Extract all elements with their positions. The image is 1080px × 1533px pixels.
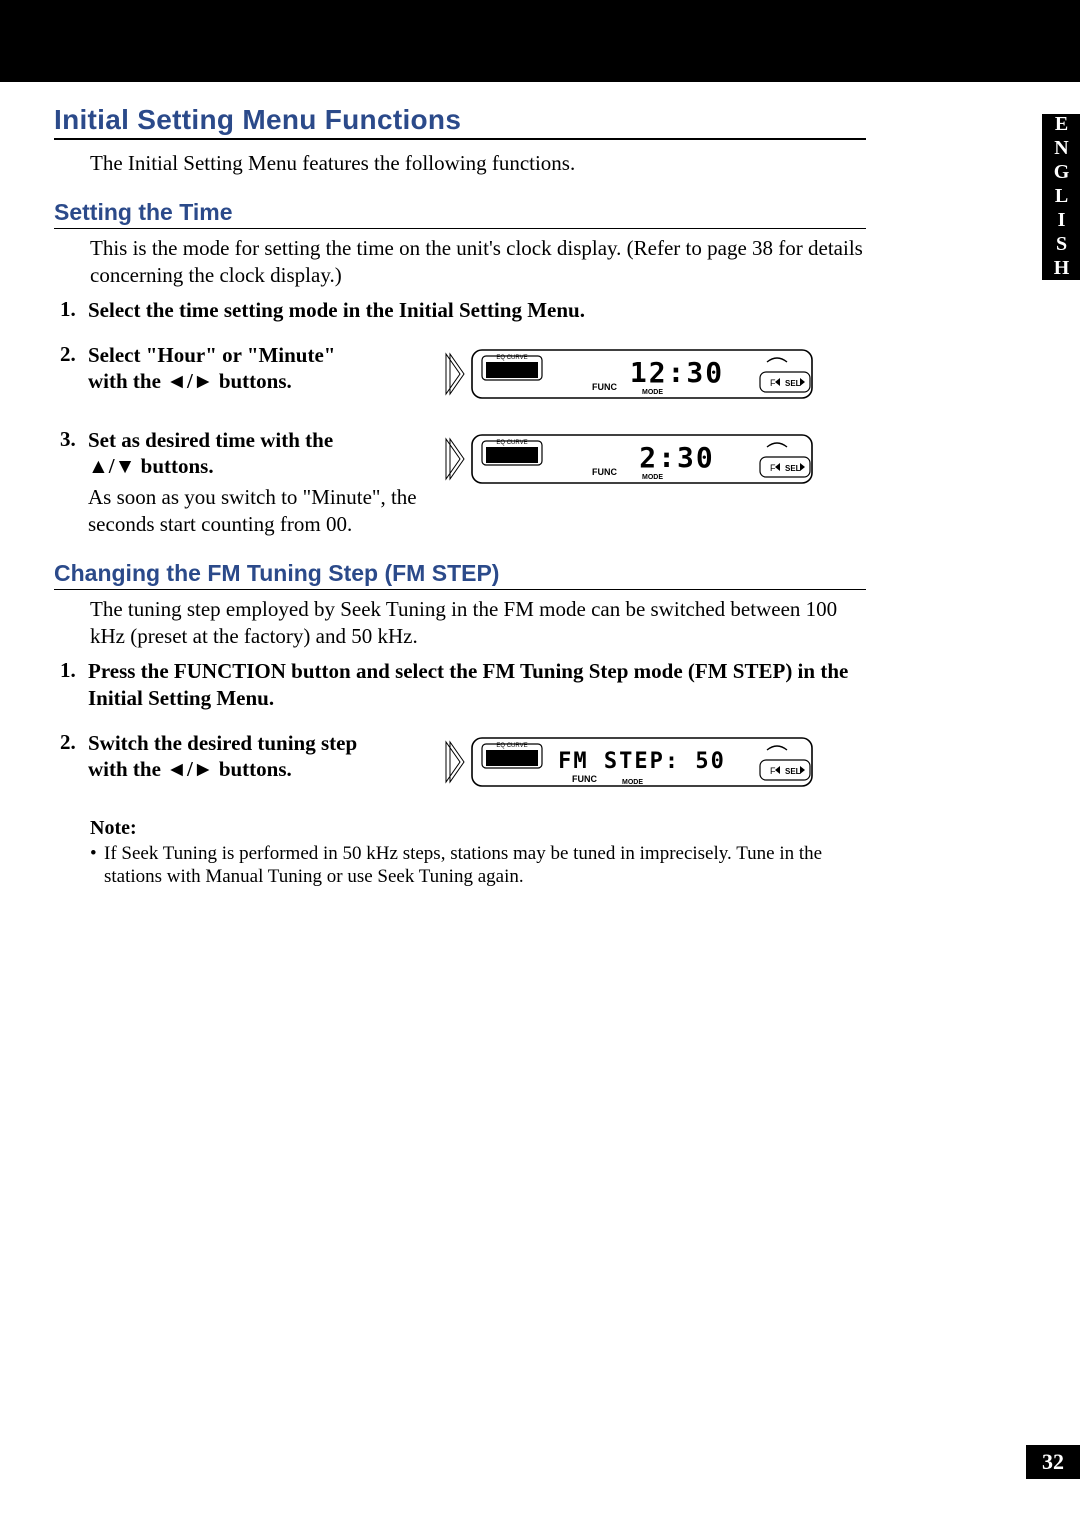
svg-text:F: F <box>770 766 776 776</box>
page-content: Initial Setting Menu Functions The Initi… <box>54 96 866 889</box>
language-tab-label: ENGLISH <box>1050 113 1073 281</box>
func-label: FUNC <box>592 382 617 392</box>
subsection-heading-time: Setting the Time <box>54 199 866 229</box>
lcd-figure-3: EQ CURVE FUNC MODE FM STEP: 50 F SEL <box>442 730 866 797</box>
fmstep-step-2-line1: Switch the desired tuning step <box>88 730 418 757</box>
time-intro: This is the mode for setting the time on… <box>90 235 866 289</box>
time-steps: 1. Select the time setting mode in the I… <box>54 297 866 538</box>
time-step-2-line1: Select "Hour" or "Minute" <box>88 342 418 369</box>
section-intro: The Initial Setting Menu features the fo… <box>90 150 866 177</box>
step-number: 1. <box>54 297 88 322</box>
svg-text:EQ CURVE: EQ CURVE <box>496 743 527 749</box>
lcd-figure-1: EQ CURVE FUNC MODE 12:30 F SEL <box>442 342 866 409</box>
sel-label: SEL <box>785 379 801 388</box>
svg-text:FUNC: FUNC <box>572 774 597 784</box>
svg-text:SEL: SEL <box>785 464 801 473</box>
fmstep-intro: The tuning step employed by Seek Tuning … <box>90 596 866 650</box>
note-bullet: • If Seek Tuning is performed in 50 kHz … <box>90 842 866 890</box>
bullet-dot: • <box>90 842 104 890</box>
note-heading: Note: <box>90 817 866 840</box>
page-number-tab: 32 <box>1026 1445 1080 1479</box>
step-number: 2. <box>54 342 88 367</box>
time-step-3-line1: Set as desired time with the <box>88 427 418 454</box>
f-label: F <box>770 378 776 388</box>
time-step-1: Select the time setting mode in the Init… <box>88 297 866 324</box>
fmstep-step-1: Press the FUNCTION button and select the… <box>88 658 866 712</box>
time-step-3-sub: As soon as you switch to "Minute", the s… <box>88 484 418 538</box>
section-heading-initial-setting: Initial Setting Menu Functions <box>54 104 866 140</box>
eq-curve-label: EQ CURVE <box>496 355 527 361</box>
lcd-readout-1: 12:30 <box>630 356 724 389</box>
step-number: 1. <box>54 658 88 683</box>
lcd-svg-1: EQ CURVE FUNC MODE 12:30 F SEL <box>442 344 822 404</box>
subsection-heading-fmstep: Changing the FM Tuning Step (FM STEP) <box>54 560 866 590</box>
fmstep-step-2-line2: with the ◄/► buttons. <box>88 756 418 783</box>
language-tab: ENGLISH <box>1042 114 1080 280</box>
lcd-svg-3: EQ CURVE FUNC MODE FM STEP: 50 F SEL <box>442 732 822 792</box>
svg-text:EQ CURVE: EQ CURVE <box>496 440 527 446</box>
time-step-2-line2: with the ◄/► buttons. <box>88 368 418 395</box>
mode-label: MODE <box>642 389 663 396</box>
svg-text:MODE: MODE <box>642 474 663 481</box>
svg-text:SEL: SEL <box>785 767 801 776</box>
lcd-readout-2: 2:30 <box>639 441 714 474</box>
fmstep-steps: 1. Press the FUNCTION button and select … <box>54 658 866 797</box>
lcd-readout-3: FM STEP: 50 <box>558 749 726 774</box>
svg-text:FUNC: FUNC <box>592 467 617 477</box>
time-step-3-line2: ▲/▼ buttons. <box>88 453 418 480</box>
header-black-bar <box>0 0 1080 82</box>
lcd-figure-2: EQ CURVE FUNC MODE 2:30 F SEL <box>442 427 866 494</box>
svg-text:MODE: MODE <box>622 779 643 786</box>
svg-text:F: F <box>770 463 776 473</box>
step-number: 2. <box>54 730 88 755</box>
note-text: If Seek Tuning is performed in 50 kHz st… <box>104 842 866 890</box>
step-number: 3. <box>54 427 88 452</box>
page-number: 32 <box>1042 1449 1064 1475</box>
lcd-svg-2: EQ CURVE FUNC MODE 2:30 F SEL <box>442 429 822 489</box>
